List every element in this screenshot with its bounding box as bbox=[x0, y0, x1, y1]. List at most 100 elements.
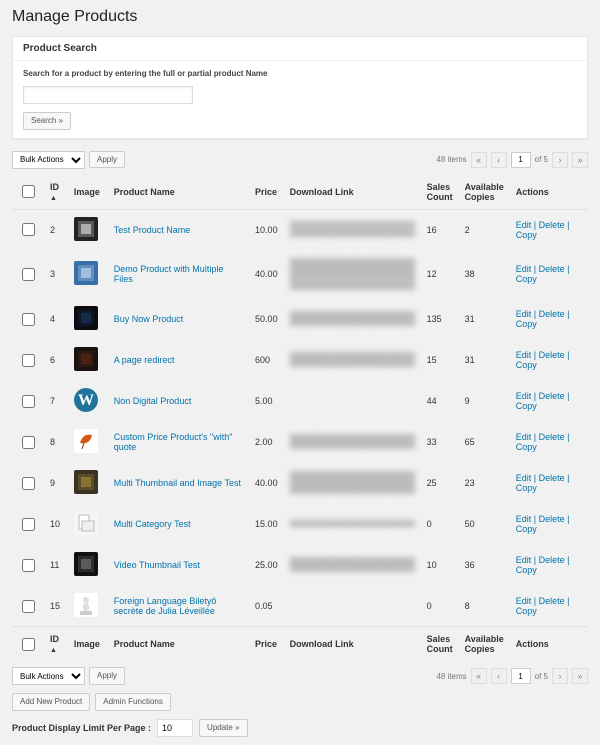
row-thumb[interactable] bbox=[68, 299, 108, 340]
col-id[interactable]: ID ▲ bbox=[44, 175, 68, 210]
copy-link[interactable]: Copy bbox=[516, 606, 537, 616]
row-thumb[interactable]: W bbox=[68, 381, 108, 422]
copy-link[interactable]: Copy bbox=[516, 360, 537, 370]
copy-link[interactable]: Copy bbox=[516, 274, 537, 284]
delete-link[interactable]: Delete bbox=[539, 391, 565, 401]
col-available-foot[interactable]: Available Copies bbox=[459, 627, 510, 662]
page-input-bottom[interactable] bbox=[511, 668, 531, 684]
col-available[interactable]: Available Copies bbox=[459, 175, 510, 210]
copy-link[interactable]: Copy bbox=[516, 319, 537, 329]
col-name[interactable]: Product Name bbox=[108, 175, 249, 210]
delete-link[interactable]: Delete bbox=[539, 555, 565, 565]
row-checkbox[interactable] bbox=[22, 436, 35, 449]
row-checkbox[interactable] bbox=[22, 559, 35, 572]
edit-link[interactable]: Edit bbox=[516, 473, 532, 483]
row-available: 8 bbox=[459, 586, 510, 627]
first-page-button[interactable]: « bbox=[471, 152, 487, 168]
row-thumb[interactable] bbox=[68, 250, 108, 299]
bulk-actions-select-bottom[interactable]: Bulk Actions bbox=[12, 667, 85, 685]
row-checkbox[interactable] bbox=[22, 518, 35, 531]
col-name-foot[interactable]: Product Name bbox=[108, 627, 249, 662]
row-thumb[interactable] bbox=[68, 422, 108, 463]
col-price[interactable]: Price bbox=[249, 175, 284, 210]
download-link-cell: ████████████████████████████ bbox=[290, 520, 415, 528]
delete-link[interactable]: Delete bbox=[539, 350, 565, 360]
copy-link[interactable]: Copy bbox=[516, 442, 537, 452]
edit-link[interactable]: Edit bbox=[516, 220, 532, 230]
row-checkbox[interactable] bbox=[22, 268, 35, 281]
next-page-button[interactable]: › bbox=[552, 152, 568, 168]
row-checkbox[interactable] bbox=[22, 477, 35, 490]
edit-link[interactable]: Edit bbox=[516, 514, 532, 524]
last-page-button-bottom[interactable]: » bbox=[572, 668, 588, 684]
edit-link[interactable]: Edit bbox=[516, 432, 532, 442]
product-name-link[interactable]: Demo Product with Multiple Files bbox=[114, 264, 224, 284]
update-limit-button[interactable]: Update » bbox=[199, 719, 247, 737]
col-actions: Actions bbox=[510, 175, 588, 210]
product-name-link[interactable]: Video Thumbnail Test bbox=[114, 560, 200, 570]
select-all-checkbox-foot[interactable] bbox=[22, 638, 35, 651]
delete-link[interactable]: Delete bbox=[539, 309, 565, 319]
limit-input[interactable] bbox=[157, 719, 193, 737]
product-name-link[interactable]: Test Product Name bbox=[114, 225, 191, 235]
next-page-button-bottom[interactable]: › bbox=[552, 668, 568, 684]
edit-link[interactable]: Edit bbox=[516, 264, 532, 274]
row-thumb[interactable] bbox=[68, 340, 108, 381]
copy-link[interactable]: Copy bbox=[516, 230, 537, 240]
admin-functions-button[interactable]: Admin Functions bbox=[95, 693, 171, 711]
row-actions: Edit | Delete | Copy bbox=[510, 545, 588, 586]
product-name-link[interactable]: Buy Now Product bbox=[114, 314, 184, 324]
row-thumb[interactable] bbox=[68, 463, 108, 504]
row-available: 9 bbox=[459, 381, 510, 422]
search-button[interactable]: Search » bbox=[23, 112, 71, 130]
row-checkbox[interactable] bbox=[22, 313, 35, 326]
delete-link[interactable]: Delete bbox=[539, 432, 565, 442]
col-price-foot[interactable]: Price bbox=[249, 627, 284, 662]
items-count-bottom: 48 items bbox=[436, 672, 466, 681]
bulk-actions-select[interactable]: Bulk Actions bbox=[12, 151, 85, 169]
edit-link[interactable]: Edit bbox=[516, 350, 532, 360]
copy-link[interactable]: Copy bbox=[516, 524, 537, 534]
product-name-link[interactable]: Multi Thumbnail and Image Test bbox=[114, 478, 241, 488]
search-input[interactable] bbox=[23, 86, 193, 104]
col-sales-foot[interactable]: Sales Count bbox=[421, 627, 459, 662]
row-checkbox[interactable] bbox=[22, 600, 35, 613]
delete-link[interactable]: Delete bbox=[539, 596, 565, 606]
row-thumb[interactable] bbox=[68, 545, 108, 586]
row-thumb[interactable] bbox=[68, 504, 108, 545]
edit-link[interactable]: Edit bbox=[516, 391, 532, 401]
search-help: Search for a product by entering the ful… bbox=[23, 69, 577, 78]
select-all-checkbox[interactable] bbox=[22, 185, 35, 198]
edit-link[interactable]: Edit bbox=[516, 555, 532, 565]
copy-link[interactable]: Copy bbox=[516, 565, 537, 575]
col-id-foot[interactable]: ID ▲ bbox=[44, 627, 68, 662]
copy-link[interactable]: Copy bbox=[516, 401, 537, 411]
product-name-link[interactable]: Custom Price Product's "with" quote bbox=[114, 432, 233, 452]
col-sales[interactable]: Sales Count bbox=[421, 175, 459, 210]
product-name-link[interactable]: Multi Category Test bbox=[114, 519, 191, 529]
apply-button-bottom[interactable]: Apply bbox=[89, 667, 125, 685]
delete-link[interactable]: Delete bbox=[539, 514, 565, 524]
product-name-link[interactable]: A page redirect bbox=[114, 355, 175, 365]
first-page-button-bottom[interactable]: « bbox=[471, 668, 487, 684]
prev-page-button[interactable]: ‹ bbox=[491, 152, 507, 168]
row-checkbox[interactable] bbox=[22, 354, 35, 367]
page-input[interactable] bbox=[511, 152, 531, 168]
last-page-button[interactable]: » bbox=[572, 152, 588, 168]
product-name-link[interactable]: Foreign Language Biletyô secrète de Juli… bbox=[114, 596, 217, 616]
copy-link[interactable]: Copy bbox=[516, 483, 537, 493]
delete-link[interactable]: Delete bbox=[539, 264, 565, 274]
edit-link[interactable]: Edit bbox=[516, 596, 532, 606]
row-thumb[interactable] bbox=[68, 586, 108, 627]
edit-link[interactable]: Edit bbox=[516, 309, 532, 319]
row-thumb[interactable] bbox=[68, 209, 108, 250]
row-price: 40.00 bbox=[249, 463, 284, 504]
apply-button-top[interactable]: Apply bbox=[89, 151, 125, 169]
delete-link[interactable]: Delete bbox=[539, 220, 565, 230]
row-checkbox[interactable] bbox=[22, 395, 35, 408]
add-new-product-button[interactable]: Add New Product bbox=[12, 693, 90, 711]
product-name-link[interactable]: Non Digital Product bbox=[114, 396, 192, 406]
delete-link[interactable]: Delete bbox=[539, 473, 565, 483]
row-checkbox[interactable] bbox=[22, 223, 35, 236]
prev-page-button-bottom[interactable]: ‹ bbox=[491, 668, 507, 684]
